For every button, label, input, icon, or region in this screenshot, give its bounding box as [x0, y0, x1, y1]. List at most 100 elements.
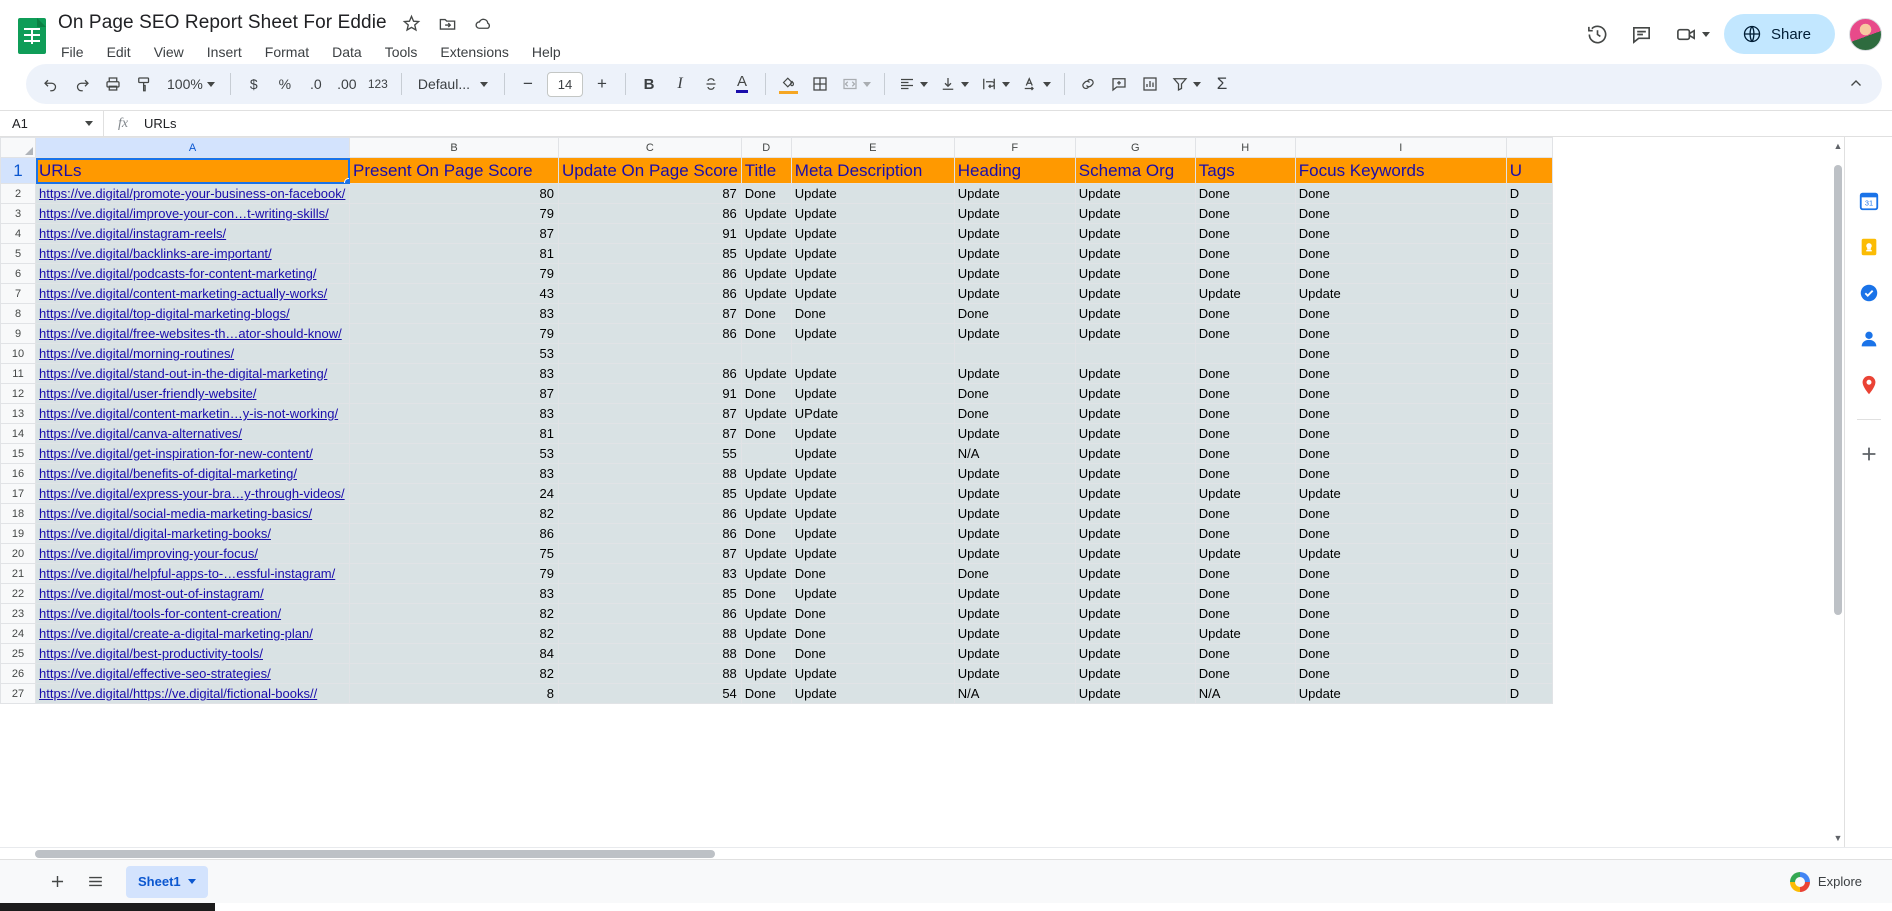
- cell-update-score[interactable]: 86: [558, 523, 742, 544]
- cell-tags[interactable]: Update: [1194, 543, 1296, 564]
- row-header-11[interactable]: 11: [0, 363, 36, 384]
- cell-heading[interactable]: N/A: [953, 443, 1076, 464]
- cell-heading[interactable]: Update: [953, 583, 1076, 604]
- row-header-5[interactable]: 5: [0, 243, 36, 264]
- grid-scroll-container[interactable]: A B C D E F G H I 1 URLs Present On Page…: [0, 137, 1844, 847]
- cell-heading[interactable]: Update: [953, 203, 1076, 224]
- cell-heading[interactable]: [953, 343, 1076, 364]
- text-wrap-icon[interactable]: [975, 69, 1015, 99]
- calendar-icon[interactable]: 31: [1857, 189, 1881, 213]
- explore-button[interactable]: Explore: [1780, 866, 1878, 898]
- cell-update-score[interactable]: 86: [558, 323, 742, 344]
- cell-title[interactable]: Update: [740, 483, 792, 504]
- cell-update-score[interactable]: 86: [558, 503, 742, 524]
- header-cell-schema-org[interactable]: Schema Org: [1074, 157, 1196, 184]
- cell-meta-description[interactable]: Update: [790, 383, 955, 404]
- cell-meta-description[interactable]: Update: [790, 363, 955, 384]
- cell-heading[interactable]: Update: [953, 243, 1076, 264]
- cell-heading[interactable]: Update: [953, 603, 1076, 624]
- cell-u[interactable]: D: [1505, 383, 1553, 404]
- column-header-B[interactable]: B: [349, 137, 559, 158]
- cell-heading[interactable]: N/A: [953, 683, 1076, 704]
- row-header-2[interactable]: 2: [0, 183, 36, 204]
- horizontal-align-icon[interactable]: [893, 69, 933, 99]
- cell-title[interactable]: Done: [740, 303, 792, 324]
- cell-url[interactable]: https://ve.digital/effective-seo-strateg…: [35, 663, 350, 684]
- cell-heading[interactable]: Update: [953, 463, 1076, 484]
- zoom-control[interactable]: 100%: [160, 69, 222, 99]
- cell-present-score[interactable]: 75: [349, 543, 559, 564]
- cell-url[interactable]: https://ve.digital/https://ve.digital/fi…: [35, 683, 350, 704]
- cell-present-score[interactable]: 82: [349, 603, 559, 624]
- url-link[interactable]: https://ve.digital/morning-routines/: [39, 346, 234, 361]
- cell-heading[interactable]: Done: [953, 563, 1076, 584]
- cell-update-score[interactable]: 87: [558, 183, 742, 204]
- cell-title[interactable]: Done: [740, 183, 792, 204]
- cell-schema-org[interactable]: Update: [1074, 623, 1196, 644]
- version-history-icon[interactable]: [1578, 14, 1618, 54]
- cell-present-score[interactable]: 83: [349, 463, 559, 484]
- header-cell-meta-description[interactable]: Meta Description: [790, 157, 955, 184]
- undo-icon[interactable]: [36, 69, 66, 99]
- cell-url[interactable]: https://ve.digital/social-media-marketin…: [35, 503, 350, 524]
- cell-title[interactable]: Update: [740, 503, 792, 524]
- cell-focus-keywords[interactable]: Done: [1294, 603, 1507, 624]
- cell-meta-description[interactable]: Done: [790, 563, 955, 584]
- row-header-6[interactable]: 6: [0, 263, 36, 284]
- row-header-12[interactable]: 12: [0, 383, 36, 404]
- row-header-19[interactable]: 19: [0, 523, 36, 544]
- add-sheet-icon[interactable]: [40, 865, 74, 899]
- cell-u[interactable]: D: [1505, 523, 1553, 544]
- horizontal-scrollbar-thumb[interactable]: [35, 850, 715, 858]
- menu-item-view[interactable]: View: [151, 43, 187, 61]
- cell-meta-description[interactable]: Update: [790, 503, 955, 524]
- cell-url[interactable]: https://ve.digital/get-inspiration-for-n…: [35, 443, 350, 464]
- url-link[interactable]: https://ve.digital/create-a-digital-mark…: [39, 626, 313, 641]
- cell-present-score[interactable]: 81: [349, 243, 559, 264]
- cell-schema-org[interactable]: Update: [1074, 363, 1196, 384]
- cell-focus-keywords[interactable]: Done: [1294, 503, 1507, 524]
- menu-item-file[interactable]: File: [58, 43, 87, 61]
- cell-schema-org[interactable]: Update: [1074, 483, 1196, 504]
- insert-link-icon[interactable]: [1073, 69, 1103, 99]
- menu-item-help[interactable]: Help: [529, 43, 564, 61]
- cell-heading[interactable]: Update: [953, 623, 1076, 644]
- cell-meta-description[interactable]: Update: [790, 183, 955, 204]
- cell-tags[interactable]: Update: [1194, 623, 1296, 644]
- cell-update-score[interactable]: 91: [558, 223, 742, 244]
- url-link[interactable]: https://ve.digital/express-your-bra…y-th…: [39, 486, 345, 501]
- cell-title[interactable]: Update: [740, 283, 792, 304]
- url-link[interactable]: https://ve.digital/get-inspiration-for-n…: [39, 446, 313, 461]
- cell-heading[interactable]: Update: [953, 363, 1076, 384]
- cell-u[interactable]: D: [1505, 503, 1553, 524]
- cell-schema-org[interactable]: Update: [1074, 583, 1196, 604]
- url-link[interactable]: https://ve.digital/content-marketing-act…: [39, 286, 327, 301]
- column-header-G[interactable]: G: [1074, 137, 1196, 158]
- cell-tags[interactable]: Update: [1194, 283, 1296, 304]
- url-link[interactable]: https://ve.digital/backlinks-are-importa…: [39, 246, 272, 261]
- cell-present-score[interactable]: 84: [349, 643, 559, 664]
- font-family-select[interactable]: Defaul...: [410, 69, 496, 99]
- horizontal-scrollbar[interactable]: [0, 847, 1892, 859]
- cell-schema-org[interactable]: Update: [1074, 563, 1196, 584]
- avatar[interactable]: [1849, 17, 1882, 51]
- cell-u[interactable]: D: [1505, 263, 1553, 284]
- url-link[interactable]: https://ve.digital/digital-marketing-boo…: [39, 526, 271, 541]
- cell-tags[interactable]: Done: [1194, 223, 1296, 244]
- url-link[interactable]: https://ve.digital/social-media-marketin…: [39, 506, 312, 521]
- cell-tags[interactable]: Done: [1194, 263, 1296, 284]
- url-link[interactable]: https://ve.digital/user-friendly-website…: [39, 386, 256, 401]
- row-header-24[interactable]: 24: [0, 623, 36, 644]
- row-header-8[interactable]: 8: [0, 303, 36, 324]
- cell-focus-keywords[interactable]: Update: [1294, 483, 1507, 504]
- cell-tags[interactable]: Done: [1194, 203, 1296, 224]
- cell-u[interactable]: D: [1505, 443, 1553, 464]
- formula-input[interactable]: URLs: [142, 116, 1892, 131]
- cell-update-score[interactable]: 85: [558, 483, 742, 504]
- cell-tags[interactable]: [1194, 343, 1296, 364]
- increase-decimal-button[interactable]: .00: [332, 69, 362, 99]
- insert-comment-icon[interactable]: [1104, 69, 1134, 99]
- row-header-15[interactable]: 15: [0, 443, 36, 464]
- vertical-scrollbar[interactable]: ▲ ▼: [1832, 137, 1844, 847]
- row-header-1[interactable]: 1: [0, 157, 36, 184]
